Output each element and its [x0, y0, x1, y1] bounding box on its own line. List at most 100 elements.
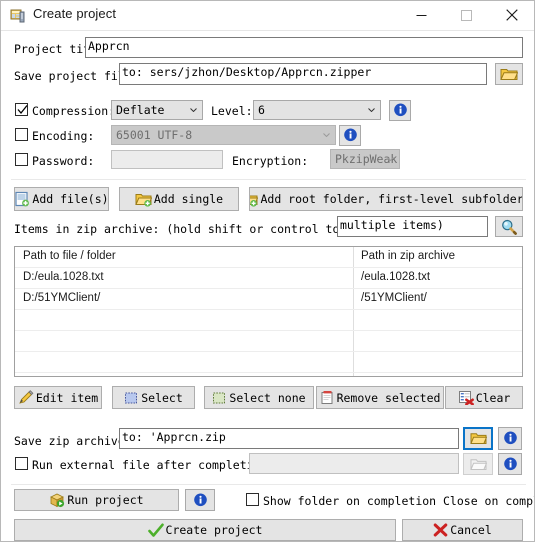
- show-folder-label: Show folder on completion Close on compl…: [263, 494, 534, 508]
- chevron-down-icon: [368, 108, 375, 112]
- window-title: Create project: [33, 6, 117, 21]
- select-all-label: Select: [141, 390, 183, 405]
- select-none-label: Select none: [229, 390, 306, 405]
- run-external-info-button[interactable]: [498, 453, 522, 475]
- run-external-browse-button[interactable]: [463, 453, 493, 475]
- level-value: 6: [258, 103, 265, 117]
- select-none-icon: [213, 392, 226, 403]
- level-label: Level:: [211, 104, 253, 118]
- column-header-path-in-zip: Path in zip archive: [361, 250, 455, 262]
- info-icon: [503, 457, 517, 470]
- check-icon: [17, 105, 28, 115]
- password-input[interactable]: [111, 150, 223, 169]
- save-zip-info-button[interactable]: [498, 427, 522, 450]
- encryption-label: Encryption:: [232, 154, 309, 168]
- run-project-info-button[interactable]: [185, 489, 215, 511]
- add-files-button[interactable]: Add file(s): [14, 187, 109, 211]
- info-icon: [503, 431, 517, 445]
- save-zip-browse-button[interactable]: [463, 427, 493, 450]
- run-external-checkbox[interactable]: [15, 457, 28, 470]
- compression-info-button[interactable]: [389, 100, 411, 121]
- password-label: Password:: [32, 154, 95, 168]
- create-project-label: Create project: [165, 523, 263, 537]
- items-filter-input[interactable]: multiple items): [337, 216, 488, 237]
- cancel-button[interactable]: Cancel: [402, 519, 523, 541]
- close-icon: [505, 9, 518, 21]
- divider: [11, 179, 526, 180]
- chevron-down-icon: [387, 157, 394, 161]
- encoding-select[interactable]: 65001 UTF-8: [111, 125, 336, 145]
- table-row-empty[interactable]: [15, 331, 522, 352]
- cell-path-to-file: D:/eula.1028.txt: [23, 271, 104, 283]
- add-root-folder-button[interactable]: Add root folder, first-level subfolders: [249, 187, 523, 211]
- encoding-value: 65001 UTF-8: [116, 128, 193, 142]
- edit-item-button[interactable]: Edit item: [14, 386, 102, 409]
- save-zip-input[interactable]: to: 'Apprcn.zip: [119, 428, 459, 449]
- info-icon: [393, 103, 407, 117]
- search-icon: [502, 219, 517, 235]
- table-row-empty[interactable]: [15, 352, 522, 373]
- encoding-info-button[interactable]: [339, 125, 361, 146]
- clear-button[interactable]: Clear: [445, 386, 523, 409]
- compression-select[interactable]: Deflate: [111, 100, 203, 120]
- pencil-icon: [19, 390, 34, 404]
- table-header-row: Path to file / folder Path in zip archiv…: [15, 247, 522, 268]
- run-project-button[interactable]: Run project: [14, 489, 179, 511]
- info-icon: [193, 493, 207, 506]
- divider: [11, 484, 526, 485]
- save-project-browse-button[interactable]: [495, 63, 523, 85]
- create-project-dialog: Create project Project title: Apprcn Sav…: [0, 0, 535, 542]
- chevron-down-icon: [190, 108, 197, 112]
- add-root-folder-label: Add root folder, first-level subfolders: [260, 192, 523, 206]
- cell-path-in-zip: /51YMClient/: [361, 292, 427, 304]
- close-button[interactable]: [489, 1, 534, 29]
- select-all-button[interactable]: Select: [112, 386, 195, 409]
- run-icon: [50, 493, 65, 508]
- items-search-button[interactable]: [495, 216, 523, 237]
- chevron-down-icon: [323, 133, 330, 137]
- project-title-input[interactable]: Apprcn: [85, 37, 523, 58]
- folder-icon: [469, 458, 487, 470]
- x-icon: [433, 523, 448, 537]
- add-file-icon: [15, 191, 30, 207]
- items-table[interactable]: Path to file / folder Path in zip archiv…: [14, 246, 523, 377]
- clear-icon: [458, 391, 474, 405]
- table-row[interactable]: D:/eula.1028.txt /eula.1028.txt: [15, 268, 522, 289]
- run-external-input[interactable]: [249, 453, 459, 474]
- show-folder-checkbox[interactable]: [246, 493, 259, 506]
- info-icon: [343, 128, 357, 142]
- cancel-label: Cancel: [450, 523, 492, 537]
- table-row[interactable]: D:/51YMClient/ /51YMClient/: [15, 289, 522, 310]
- select-none-button[interactable]: Select none: [204, 386, 314, 409]
- run-project-label: Run project: [67, 493, 144, 507]
- create-project-button[interactable]: Create project: [14, 519, 396, 541]
- maximize-button[interactable]: [444, 1, 489, 29]
- add-folder-icon: [135, 193, 152, 207]
- minimize-icon: [416, 14, 427, 16]
- encoding-label: Encoding:: [32, 129, 95, 143]
- table-row-empty[interactable]: [15, 310, 522, 331]
- compression-checkbox[interactable]: [15, 103, 28, 116]
- select-all-icon: [125, 392, 138, 403]
- cell-path-in-zip: /eula.1028.txt: [361, 271, 431, 283]
- check-icon: [147, 522, 164, 537]
- title-bar: Create project: [1, 1, 534, 31]
- encoding-checkbox[interactable]: [15, 128, 28, 141]
- password-checkbox[interactable]: [15, 153, 28, 166]
- compression-label: Compression:: [32, 104, 116, 118]
- minimize-button[interactable]: [399, 1, 444, 29]
- folder-icon: [500, 69, 518, 80]
- encryption-select[interactable]: PkzipWeak: [330, 149, 400, 169]
- table-row-empty[interactable]: [15, 373, 522, 376]
- clear-label: Clear: [475, 390, 511, 405]
- add-single-button[interactable]: Add single: [119, 187, 239, 211]
- add-folder-icon: [250, 195, 259, 207]
- remove-selected-button[interactable]: Remove selected: [316, 386, 444, 409]
- remove-selected-label: Remove selected: [336, 390, 441, 405]
- compression-value: Deflate: [116, 103, 165, 117]
- level-select[interactable]: 6: [253, 100, 381, 120]
- edit-item-label: Edit item: [35, 390, 99, 405]
- folder-icon: [469, 433, 487, 444]
- app-window-icon: [10, 8, 26, 24]
- save-project-input[interactable]: to: sers/jzhon/Desktop/Apprcn.zipper: [119, 63, 487, 85]
